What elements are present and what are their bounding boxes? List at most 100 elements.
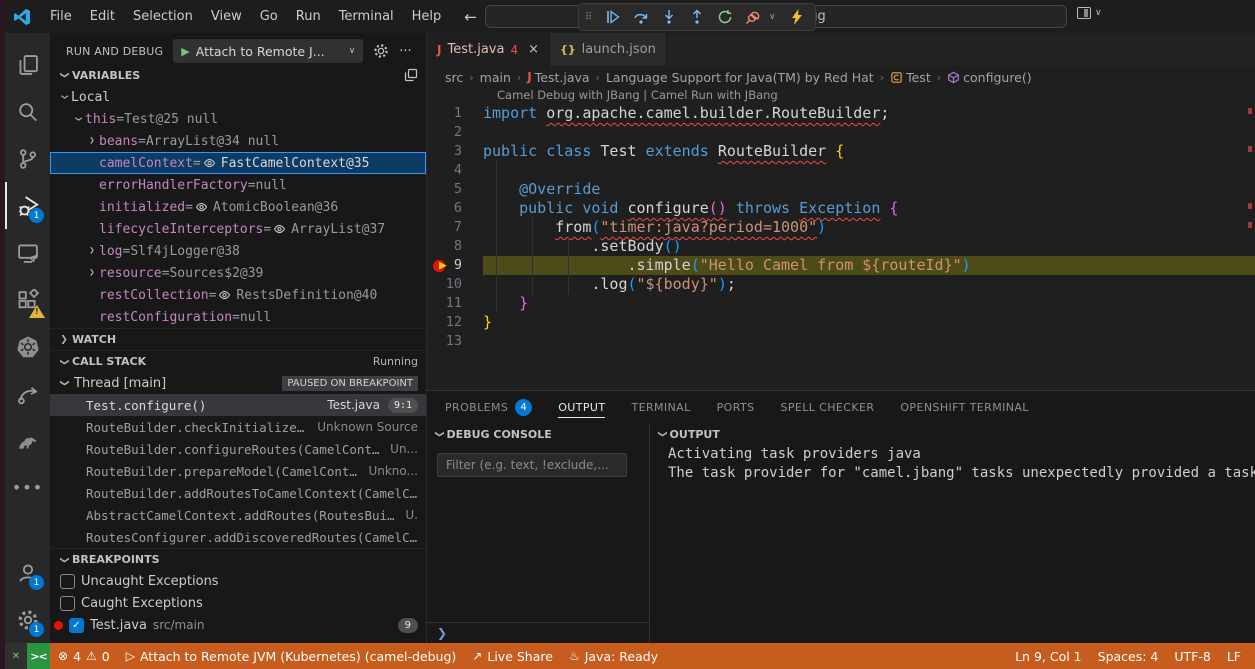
panel-tab-ports[interactable]: PORTS bbox=[717, 391, 755, 423]
panel-tab-spell-checker[interactable]: SPELL CHECKER bbox=[780, 391, 874, 423]
activity-search[interactable] bbox=[5, 88, 50, 135]
launch-config-dropdown[interactable]: ▶ Attach to Remote J... ∨ bbox=[173, 39, 363, 63]
variable-row-resource[interactable]: ❯resource = Sources$2@39 bbox=[50, 262, 426, 284]
codelens-links[interactable]: Camel Debug with JBang | Camel Run with … bbox=[427, 88, 1255, 104]
menu-run[interactable]: Run bbox=[287, 5, 330, 28]
stack-frame[interactable]: RoutesConfigurer.addDiscoveredRoutes(Cam… bbox=[50, 526, 426, 548]
stack-frame[interactable]: Test.configure()Test.java9:1 bbox=[50, 394, 426, 416]
breadcrumb-item[interactable]: main bbox=[480, 70, 511, 85]
variable-row-initialized[interactable]: initialized = AtomicBoolean@36 bbox=[50, 196, 426, 218]
checkbox[interactable] bbox=[60, 596, 75, 611]
activity-camel[interactable] bbox=[5, 417, 50, 464]
panel-tab-problems[interactable]: PROBLEMS4 bbox=[445, 391, 532, 423]
line-number[interactable]: 8 bbox=[427, 237, 483, 256]
breakpoint-row[interactable]: Uncaught Exceptions bbox=[50, 570, 426, 592]
remote-indicator[interactable]: >< bbox=[27, 643, 50, 669]
stack-frame[interactable]: RouteBuilder.configureRoutes(CamelContex… bbox=[50, 438, 426, 460]
code-line-7[interactable]: 7 from("timer:java?period=1000") bbox=[427, 218, 1255, 237]
line-number[interactable]: 1 bbox=[427, 104, 483, 123]
breakpoints-section-header[interactable]: ❯ BREAKPOINTS bbox=[50, 548, 426, 570]
eye-icon[interactable] bbox=[203, 157, 216, 169]
collapse-all-icon[interactable] bbox=[404, 68, 418, 82]
code-line-6[interactable]: 6 public void configure() throws Excepti… bbox=[427, 199, 1255, 218]
breadcrumb-item[interactable]: Language Support for Java(TM) by Red Hat bbox=[606, 70, 874, 85]
variable-row-restConfiguration[interactable]: restConfiguration = null bbox=[50, 306, 426, 328]
debug-console-repl[interactable]: ❯ bbox=[427, 622, 649, 643]
code-line-5[interactable]: 5 @Override bbox=[427, 180, 1255, 199]
breakpoint-row[interactable]: ✓Test.javasrc/main9 bbox=[50, 614, 426, 636]
step-into-button[interactable] bbox=[657, 5, 681, 29]
output-log[interactable]: Activating task providers javaThe task p… bbox=[650, 445, 1255, 483]
breadcrumb-item[interactable]: configure() bbox=[947, 70, 1031, 85]
current-line-breakpoint-icon[interactable]: ▶ bbox=[433, 258, 457, 273]
disconnect-button[interactable] bbox=[741, 5, 765, 29]
activity-openshift-share[interactable] bbox=[5, 370, 50, 417]
stack-frame[interactable]: RouteBuilder.checkInitialized()Unknown S… bbox=[50, 416, 426, 438]
back-arrow-icon[interactable]: ← bbox=[464, 8, 477, 26]
more-actions-icon[interactable]: ··· bbox=[399, 44, 411, 59]
camel-lightning-icon[interactable] bbox=[785, 5, 809, 29]
panel-tab-output[interactable]: OUTPUT bbox=[558, 391, 605, 423]
code-line-3[interactable]: 3public class Test extends RouteBuilder … bbox=[427, 142, 1255, 161]
variables-section-header[interactable]: ❯ VARIABLES bbox=[50, 64, 426, 86]
chevron-down-icon[interactable]: ∨ bbox=[769, 12, 781, 22]
line-number[interactable]: 5 bbox=[427, 180, 483, 199]
menu-help[interactable]: Help bbox=[403, 5, 451, 28]
activity-extensions[interactable] bbox=[5, 276, 50, 323]
step-over-button[interactable] bbox=[629, 5, 653, 29]
line-number[interactable]: 2 bbox=[427, 123, 483, 142]
breakpoint-row[interactable]: Caught Exceptions bbox=[50, 592, 426, 614]
debug-session-status[interactable]: ▷ Attach to Remote JVM (Kubernetes) (cam… bbox=[118, 643, 465, 669]
activity-remote-explorer[interactable] bbox=[5, 229, 50, 276]
indentation-status[interactable]: Spaces: 4 bbox=[1090, 643, 1167, 669]
cursor-position[interactable]: Ln 9, Col 1 bbox=[1007, 643, 1090, 669]
restart-button[interactable] bbox=[713, 5, 737, 29]
checkbox[interactable] bbox=[60, 574, 75, 589]
code-line-2[interactable]: 2 bbox=[427, 123, 1255, 142]
code-line-1[interactable]: 1import org.apache.camel.builder.RouteBu… bbox=[427, 104, 1255, 123]
continue-button[interactable] bbox=[601, 5, 625, 29]
tab-launch-json[interactable]: {} launch.json bbox=[550, 33, 667, 66]
variable-row-lifecycleInterceptors[interactable]: lifecycleInterceptors = ArrayList@37 bbox=[50, 218, 426, 240]
line-number[interactable]: 11 bbox=[427, 294, 483, 313]
menu-selection[interactable]: Selection bbox=[124, 5, 202, 28]
gear-icon[interactable] bbox=[373, 43, 389, 59]
breadcrumb-item[interactable]: src bbox=[445, 70, 463, 85]
activity-kubernetes[interactable] bbox=[5, 323, 50, 370]
menu-view[interactable]: View bbox=[202, 5, 251, 28]
eye-icon[interactable] bbox=[195, 201, 208, 213]
tab-test-java[interactable]: J Test.java 4 × bbox=[427, 33, 550, 66]
breadcrumb-item[interactable]: JTest.java bbox=[527, 70, 589, 85]
activity-settings[interactable]: 1 bbox=[5, 596, 50, 643]
stack-frame[interactable]: RouteBuilder.addRoutesToCamelContext(Cam… bbox=[50, 482, 426, 504]
variable-row-log[interactable]: ❯log = Slf4jLogger@38 bbox=[50, 240, 426, 262]
debug-console-header[interactable]: ❯ DEBUG CONSOLE bbox=[427, 423, 649, 445]
line-number[interactable]: 6 bbox=[427, 199, 483, 218]
panel-tab-openshift-terminal[interactable]: OPENSHIFT TERMINAL bbox=[900, 391, 1028, 423]
line-number[interactable]: 10 bbox=[427, 275, 483, 294]
menu-terminal[interactable]: Terminal bbox=[330, 5, 403, 28]
variable-row-camelContext[interactable]: camelContext = FastCamelContext@35 bbox=[50, 152, 426, 174]
code-line-12[interactable]: 12} bbox=[427, 313, 1255, 332]
menu-edit[interactable]: Edit bbox=[81, 5, 124, 28]
line-number[interactable]: 7 bbox=[427, 218, 483, 237]
variable-row-restCollection[interactable]: restCollection = RestsDefinition@40 bbox=[50, 284, 426, 306]
line-number[interactable]: 12 bbox=[427, 313, 483, 332]
encoding-status[interactable]: UTF-8 bbox=[1166, 643, 1218, 669]
call-stack-section-header[interactable]: ❯ CALL STACK Running bbox=[50, 350, 426, 372]
line-number[interactable]: 13 bbox=[427, 332, 483, 351]
problems-status[interactable]: ⊗ 4 ⚠ 0 bbox=[50, 643, 118, 669]
java-status[interactable]: ♨ Java: Ready bbox=[561, 643, 666, 669]
code-line-13[interactable]: 13 bbox=[427, 332, 1255, 351]
code-line-10[interactable]: 10 .log("${body}"); bbox=[427, 275, 1255, 294]
breadcrumb-item[interactable]: Test bbox=[890, 70, 931, 85]
activity-run-and-debug[interactable]: 1 bbox=[5, 182, 50, 229]
activity-account[interactable]: 1 bbox=[5, 549, 50, 596]
close-icon[interactable]: × bbox=[528, 42, 539, 57]
eol-status[interactable]: LF bbox=[1219, 643, 1255, 669]
eye-icon[interactable] bbox=[273, 223, 286, 235]
code-line-4[interactable]: 4 bbox=[427, 161, 1255, 180]
menu-go[interactable]: Go bbox=[251, 5, 287, 28]
variable-row-errorHandlerFactory[interactable]: errorHandlerFactory = null bbox=[50, 174, 426, 196]
eye-icon[interactable] bbox=[218, 289, 231, 301]
